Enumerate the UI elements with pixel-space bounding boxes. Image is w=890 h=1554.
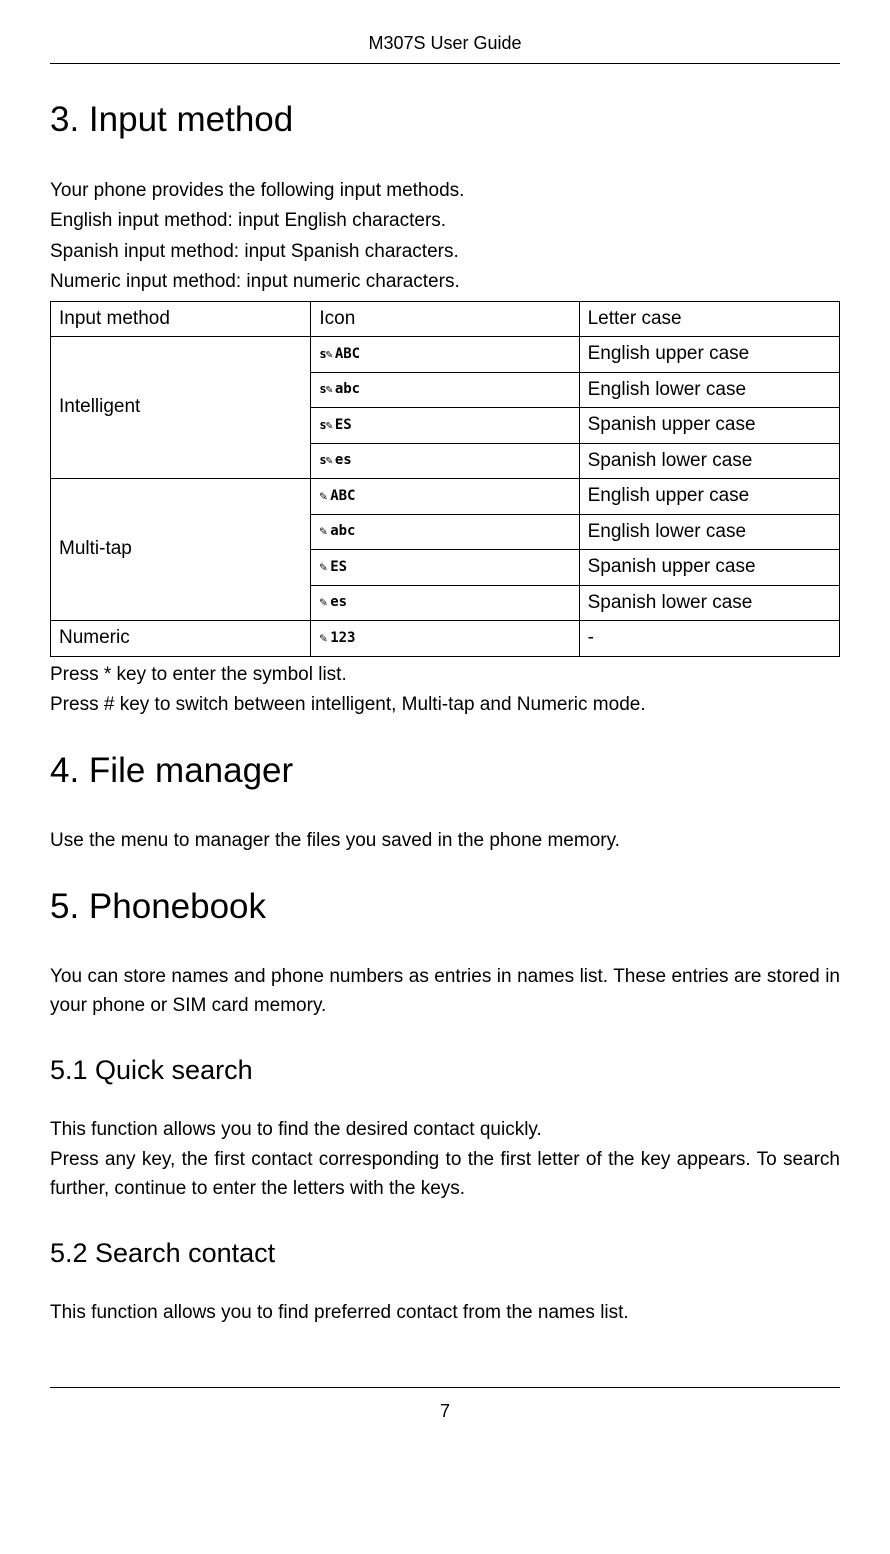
icon-text: abc <box>335 381 360 397</box>
icon-text: ES <box>330 559 347 575</box>
doc-header-title: M307S User Guide <box>50 30 840 57</box>
icon-text: ABC <box>335 346 360 362</box>
section-3-intro-1: Your phone provides the following input … <box>50 177 840 206</box>
pencil-icon <box>319 630 330 646</box>
table-header-row: Input method Icon Letter case <box>51 301 840 337</box>
pencil-icon <box>319 381 334 397</box>
pencil-icon <box>319 417 334 433</box>
table-row: Multi-tap ABC English upper case <box>51 479 840 515</box>
method-numeric: Numeric <box>51 621 311 657</box>
case-cell: Spanish lower case <box>579 585 839 621</box>
icon-text: ABC <box>330 488 355 504</box>
page-number: 7 <box>50 1398 840 1425</box>
pencil-icon <box>319 452 334 468</box>
icon-text: es <box>335 452 352 468</box>
section-3-after-2: Press # key to switch between intelligen… <box>50 691 840 720</box>
section-3-heading: 3. Input method <box>50 94 840 147</box>
icon-cell: abc <box>311 372 579 408</box>
table-row: Intelligent ABC English upper case <box>51 337 840 373</box>
section-5-2-p1: This function allows you to find preferr… <box>50 1299 840 1328</box>
case-cell: - <box>579 621 839 657</box>
section-5-body: You can store names and phone numbers as… <box>50 963 840 1020</box>
case-cell: English upper case <box>579 479 839 515</box>
icon-cell: es <box>311 585 579 621</box>
icon-cell: 123 <box>311 621 579 657</box>
icon-cell: ABC <box>311 337 579 373</box>
section-5-1-p1: This function allows you to find the des… <box>50 1116 840 1145</box>
pencil-icon <box>319 523 330 539</box>
pencil-icon <box>319 594 330 610</box>
icon-text: abc <box>330 523 355 539</box>
input-method-table: Input method Icon Letter case Intelligen… <box>50 301 840 657</box>
icon-cell: ES <box>311 408 579 444</box>
icon-cell: abc <box>311 514 579 550</box>
section-3-intro-2: English input method: input English char… <box>50 207 840 236</box>
table-header-icon: Icon <box>311 301 579 337</box>
footer-divider <box>50 1387 840 1388</box>
pencil-icon <box>319 559 330 575</box>
section-5-2-heading: 5.2 Search contact <box>50 1233 840 1274</box>
icon-cell: ABC <box>311 479 579 515</box>
method-multitap: Multi-tap <box>51 479 311 621</box>
table-header-case: Letter case <box>579 301 839 337</box>
table-row: Numeric 123 - <box>51 621 840 657</box>
table-header-method: Input method <box>51 301 311 337</box>
section-3-after-1: Press * key to enter the symbol list. <box>50 661 840 690</box>
section-5-1-heading: 5.1 Quick search <box>50 1050 840 1091</box>
icon-text: es <box>330 594 347 610</box>
case-cell: Spanish upper case <box>579 550 839 586</box>
case-cell: English lower case <box>579 514 839 550</box>
case-cell: Spanish lower case <box>579 443 839 479</box>
section-4-body: Use the menu to manager the files you sa… <box>50 827 840 856</box>
section-4-heading: 4. File manager <box>50 745 840 798</box>
section-5-heading: 5. Phonebook <box>50 881 840 934</box>
pencil-icon <box>319 488 330 504</box>
section-5-1-p2: Press any key, the first contact corresp… <box>50 1146 840 1203</box>
section-3-intro-3: Spanish input method: input Spanish char… <box>50 238 840 267</box>
method-intelligent: Intelligent <box>51 337 311 479</box>
section-3-intro-4: Numeric input method: input numeric char… <box>50 268 840 297</box>
icon-cell: ES <box>311 550 579 586</box>
icon-text: ES <box>335 417 352 433</box>
icon-cell: es <box>311 443 579 479</box>
case-cell: English upper case <box>579 337 839 373</box>
icon-text: 123 <box>330 630 355 646</box>
case-cell: Spanish upper case <box>579 408 839 444</box>
pencil-icon <box>319 346 334 362</box>
header-divider <box>50 63 840 64</box>
case-cell: English lower case <box>579 372 839 408</box>
